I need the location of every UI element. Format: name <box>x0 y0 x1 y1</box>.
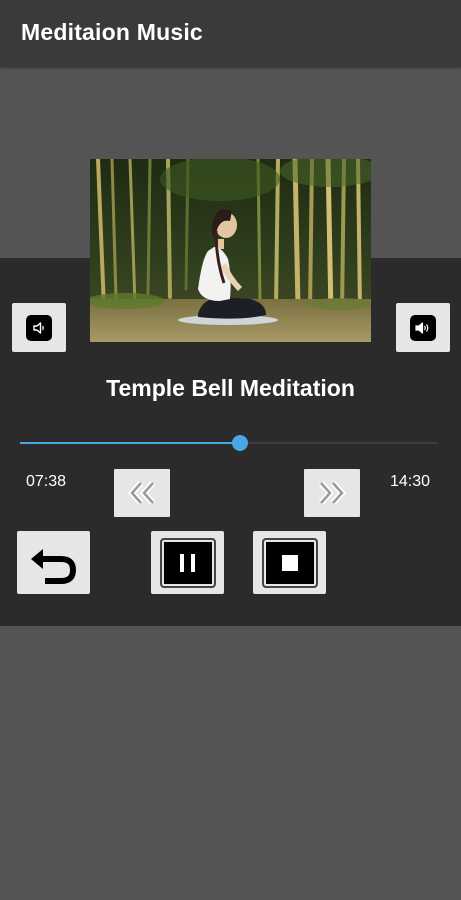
total-time: 14:30 <box>390 473 431 490</box>
undo-arrow-icon <box>30 548 76 584</box>
rewind-button[interactable] <box>114 469 170 517</box>
forward-button[interactable] <box>304 469 360 517</box>
double-chevron-left-icon <box>127 480 156 506</box>
meditation-photo <box>90 159 371 342</box>
pause-icon <box>159 537 216 588</box>
current-time: 07:38 <box>26 473 67 490</box>
volume-up-button[interactable] <box>396 303 450 352</box>
double-chevron-right-icon <box>318 480 347 506</box>
stop-button[interactable] <box>253 531 326 594</box>
volume-down-button[interactable] <box>12 303 66 352</box>
volume-up-icon <box>410 314 436 341</box>
seek-bar[interactable] <box>20 435 438 451</box>
stop-icon <box>261 537 318 588</box>
app-bar: Meditaion Music <box>0 0 461 67</box>
seek-bar-progress <box>20 442 241 444</box>
pause-button[interactable] <box>151 531 224 594</box>
track-artwork <box>90 159 371 342</box>
back-button[interactable] <box>17 531 90 594</box>
volume-down-icon <box>26 314 52 341</box>
app-title: Meditaion Music <box>21 19 203 45</box>
track-title: Temple Bell Meditation <box>106 375 355 401</box>
